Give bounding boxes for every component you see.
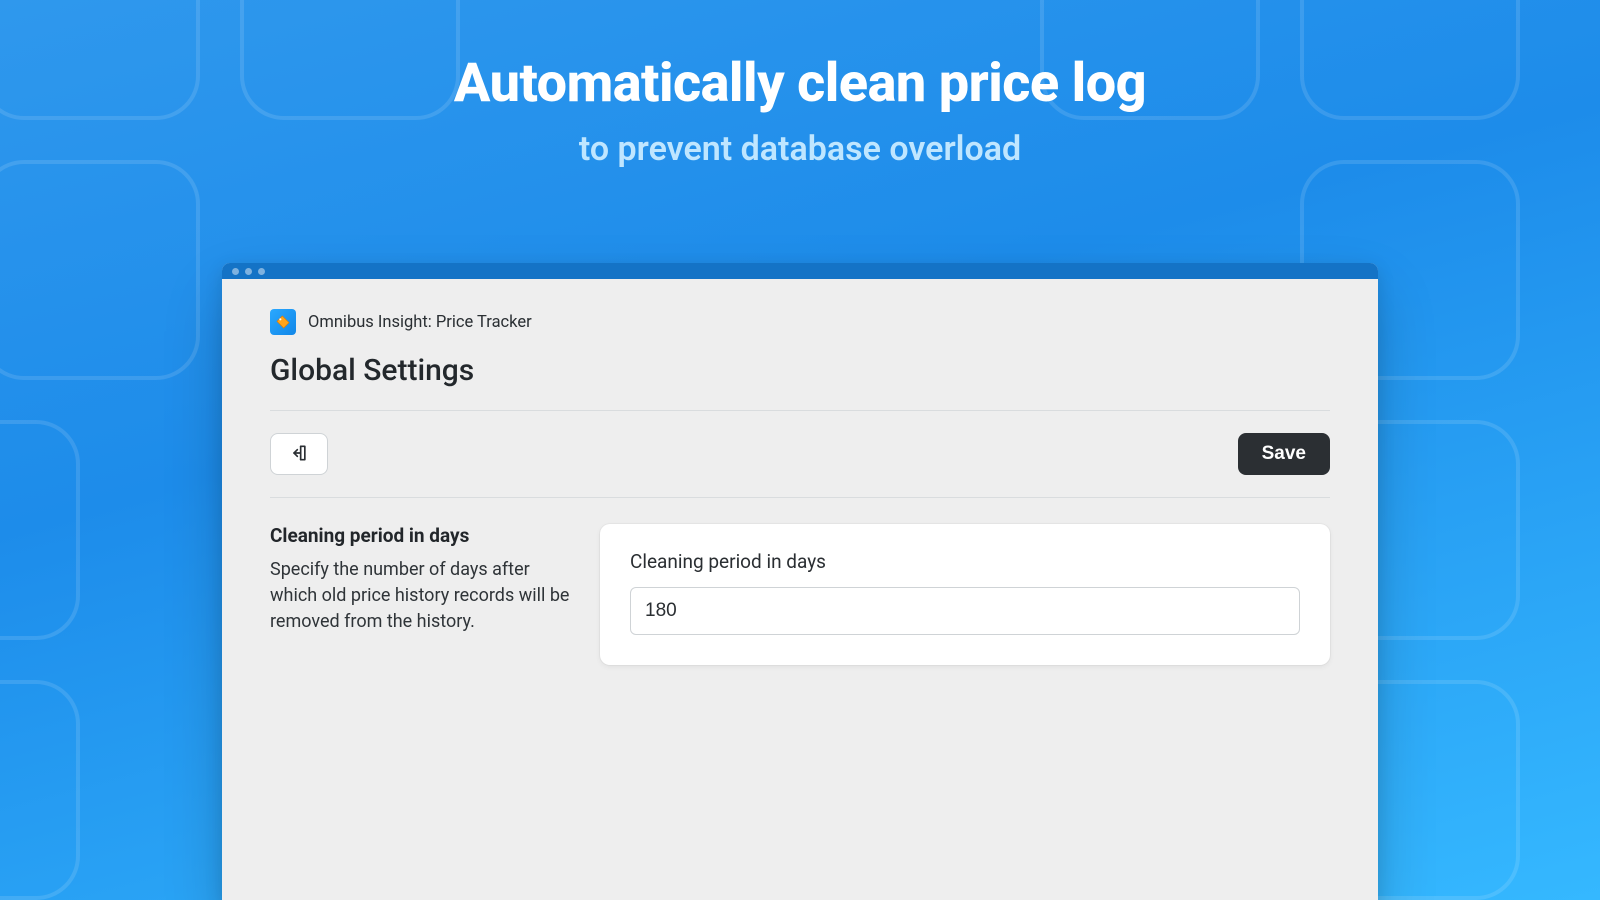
back-button[interactable] — [270, 433, 328, 475]
window-control-dot — [258, 268, 265, 275]
hero-subtitle: to prevent database overload — [0, 129, 1600, 169]
section-heading: Cleaning period in days — [270, 524, 570, 547]
app-window: Omnibus Insight: Price Tracker Global Se… — [222, 263, 1378, 900]
window-control-dot — [245, 268, 252, 275]
app-name: Omnibus Insight: Price Tracker — [308, 313, 532, 332]
cleaning-period-label: Cleaning period in days — [630, 550, 1300, 573]
page-title: Global Settings — [270, 353, 1330, 410]
settings-card: Cleaning period in days — [600, 524, 1330, 665]
cleaning-period-input[interactable] — [630, 587, 1300, 635]
window-control-dot — [232, 268, 239, 275]
section-description: Specify the number of days after which o… — [270, 557, 570, 635]
window-titlebar — [222, 263, 1378, 279]
save-button[interactable]: Save — [1238, 433, 1330, 475]
back-icon — [289, 443, 309, 466]
hero-title: Automatically clean price log — [0, 52, 1600, 115]
app-logo-icon — [270, 309, 296, 335]
